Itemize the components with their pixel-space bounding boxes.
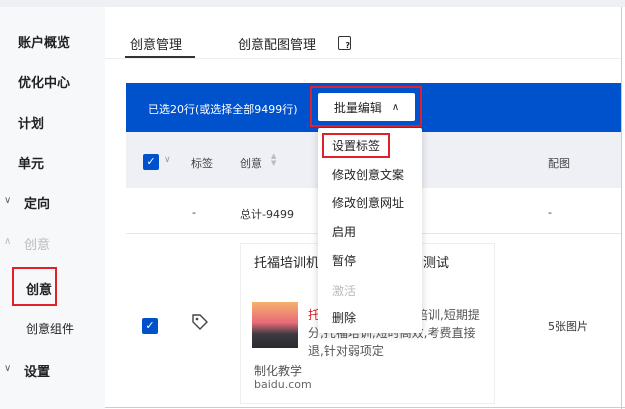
total-tag: - [192, 206, 196, 219]
image-count: 5张图片 [548, 320, 588, 333]
chevron-down-icon[interactable]: ∨ [164, 155, 171, 165]
row-checkbox[interactable]: ✓ [142, 318, 158, 334]
border [105, 407, 625, 408]
chevron-down-icon: ∨ [4, 195, 12, 206]
sidebar-group-creative[interactable]: 创意 [24, 234, 50, 253]
tab-creative-image-management[interactable]: 创意配图管理 [238, 34, 316, 53]
sidebar-item-unit[interactable]: 单元 [18, 153, 44, 172]
total-image: - [548, 206, 552, 219]
help-doc-icon[interactable]: ? [338, 36, 351, 50]
sidebar-item-optimization[interactable]: 优化中心 [18, 72, 70, 91]
tab-creative-management[interactable]: 创意管理 [130, 34, 182, 53]
sidebar-item-plan[interactable]: 计划 [18, 113, 44, 132]
column-header-image: 配图 [548, 157, 570, 170]
selection-info[interactable]: 已选20行(或选择全部9499行) [148, 101, 298, 117]
menu-item-activate: 激活 [332, 284, 357, 298]
total-creative: 总计-9499 [240, 208, 294, 221]
border [621, 7, 622, 409]
sort-icon[interactable]: ▲ ▼ [271, 153, 276, 167]
tag-icon[interactable] [190, 312, 210, 332]
chevron-up-icon: ∧ [4, 236, 12, 247]
highlight-box [12, 267, 57, 306]
menu-item-delete[interactable]: 删除 [332, 309, 356, 326]
sidebar-item-targeting[interactable]: 定向 [24, 193, 50, 212]
menu-item-edit-url[interactable]: 修改创意网址 [332, 194, 404, 211]
creative-thumbnail [252, 302, 298, 348]
creative-description-tail: 制化教学 [254, 364, 303, 378]
sidebar-item-settings[interactable]: 设置 [24, 361, 50, 380]
select-all-checkbox[interactable]: ✓ [143, 154, 159, 170]
highlight-box [322, 133, 390, 158]
divider [105, 58, 621, 59]
menu-item-enable[interactable]: 启用 [332, 223, 356, 240]
menu-item-pause[interactable]: 暂停 [332, 252, 356, 269]
chevron-down-icon: ∨ [4, 363, 12, 374]
menu-item-edit-copy[interactable]: 修改创意文案 [332, 166, 404, 183]
creative-domain: baidu.com [254, 378, 312, 391]
column-header-tag: 标签 [191, 157, 213, 170]
highlight-box [310, 86, 422, 127]
sidebar [0, 7, 105, 409]
column-header-creative[interactable]: 创意 [240, 155, 262, 171]
sidebar-item-account-overview[interactable]: 账户概览 [18, 32, 70, 51]
top-strip [0, 0, 625, 7]
sidebar-item-creative-components[interactable]: 创意组件 [26, 320, 74, 337]
